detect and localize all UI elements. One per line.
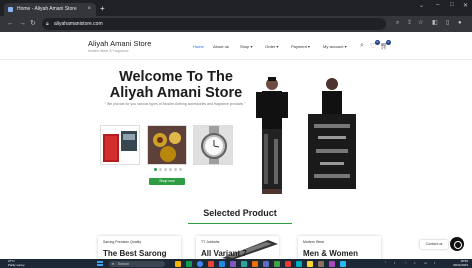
product-thumb-watch[interactable] [193, 125, 233, 165]
taskbar-app-icon[interactable] [329, 260, 335, 267]
weather-widget[interactable]: 27°C Partly sunny [8, 259, 25, 267]
brand-title: Aliyah Amani Store [88, 39, 152, 48]
product-card[interactable]: TT Jubbahs All Variant 7 [196, 236, 279, 260]
card-category: TT Jubbahs [201, 240, 220, 244]
wifi-icon[interactable]: ⌔ [404, 261, 407, 266]
weather-desc: Partly sunny [8, 262, 25, 267]
taskbar-app-icon[interactable] [307, 260, 313, 267]
taskbar-app-icon[interactable] [318, 260, 324, 267]
tray-app-icon[interactable]: ▪ [434, 261, 435, 266]
chat-icon[interactable] [450, 237, 464, 251]
lock-icon: 🔒︎ [46, 21, 49, 27]
card-title: Men & Women [303, 249, 358, 258]
forward-icon[interactable]: → [19, 19, 26, 28]
taskbar-app-icon[interactable] [252, 260, 258, 267]
close-window-icon[interactable]: ✕ [463, 2, 468, 9]
site-favicon-icon [8, 7, 13, 12]
address-bar[interactable]: 🔒︎ aliyahamanistore.com [42, 18, 386, 30]
selected-product-heading: Selected Product [203, 208, 277, 218]
contact-us-label[interactable]: Contact us [420, 240, 448, 249]
model-back-image [308, 78, 356, 189]
volume-icon[interactable]: ♪ [414, 261, 416, 266]
menu-item-about[interactable]: About us [213, 44, 229, 49]
taskbar-app-icon[interactable] [230, 260, 236, 267]
browser-tab-bar: Home - Aliyah Amani Store × + ⌄ – □ ✕ [0, 0, 472, 16]
menu-item-shop[interactable]: Shop ▾ [240, 44, 252, 49]
taskbar-app-icon[interactable] [274, 260, 280, 267]
back-icon[interactable]: ← [7, 19, 14, 28]
carousel-dot[interactable] [159, 168, 162, 171]
taskbar-search-label: Search [118, 261, 130, 266]
shop-now-button[interactable]: Shop now [149, 178, 185, 185]
browser-tab[interactable]: Home - Aliyah Amani Store × [4, 3, 96, 16]
taskbar-app-icon[interactable] [186, 260, 192, 267]
card-title: The Best Sarong [103, 249, 167, 258]
url-text: aliyahamanistore.com [54, 21, 103, 27]
carousel-dot[interactable] [164, 168, 167, 171]
product-card[interactable]: Sarung Premium Quality The Best Sarong [98, 236, 181, 260]
search-icon[interactable]: ⌕ [360, 42, 364, 50]
model-front-image [256, 77, 288, 194]
heading-underline [188, 223, 292, 224]
taskbar-app-icon[interactable] [340, 260, 346, 267]
menu-item-my-account[interactable]: My account ▾ [323, 44, 347, 49]
product-thumb-sarong[interactable] [100, 125, 140, 165]
carousel-dot[interactable] [179, 168, 182, 171]
tab-title: Home - Aliyah Amani Store [17, 6, 77, 12]
maximize-icon[interactable]: □ [450, 2, 454, 8]
reload-icon[interactable]: ↻ [30, 19, 36, 28]
tray-chevron-icon[interactable]: ⌃ [384, 261, 387, 266]
carousel-dot[interactable] [154, 168, 157, 171]
edge-icon[interactable] [219, 260, 225, 267]
carousel-dot[interactable] [174, 168, 177, 171]
bookmark-star-icon[interactable]: ☆ [418, 19, 423, 28]
battery-icon[interactable]: ▭ [424, 261, 427, 266]
windows-start-icon[interactable] [97, 260, 103, 267]
minimize-icon[interactable]: – [436, 2, 439, 8]
taskbar-clock[interactable]: 18:59 09/11/2023 [446, 259, 468, 267]
hero-title: Welcome To The Aliyah Amani Store [96, 69, 256, 101]
cart-count-badge: 0 [386, 40, 391, 45]
extensions-icon[interactable]: ◧ [432, 19, 438, 28]
card-category: Sarung Premium Quality [103, 240, 142, 244]
taskbar-app-icon[interactable] [296, 260, 302, 267]
menu-item-home[interactable]: Home [193, 44, 204, 49]
taskbar-app-icon[interactable] [241, 260, 247, 267]
product-card[interactable]: Modern Wear Men & Women [298, 236, 381, 260]
brand-subtitle: Muslim Wear & Fragrance [88, 49, 129, 53]
tray-app-icon[interactable]: ▪ [394, 261, 395, 266]
side-panel-icon[interactable]: ▯ [446, 19, 449, 28]
search-icon: ⌕ [112, 260, 115, 266]
site-logo[interactable]: Aliyah Amani Store Muslim Wear & Fragran… [88, 39, 151, 53]
taskbar-search[interactable]: ⌕ Search [109, 260, 165, 267]
hero-title-line1: Welcome To The [119, 69, 233, 85]
hero-subtitle: " We provide for you various types of Mu… [104, 102, 246, 106]
close-tab-icon[interactable]: × [87, 3, 91, 16]
fragrance-image [148, 126, 186, 164]
product-thumb-fragrance[interactable] [147, 125, 187, 165]
browser-toolbar: ← → ↻ 🔒︎ aliyahamanistore.com ⌕ ⇪ ☆ ◧ ▯ … [0, 16, 472, 32]
menu-item-order[interactable]: Order ▾ [265, 44, 278, 49]
sarong-image [103, 131, 137, 162]
file-explorer-icon[interactable] [175, 260, 181, 267]
new-tab-button[interactable]: + [100, 3, 105, 15]
watch-image [194, 126, 232, 164]
carousel-dot[interactable] [169, 168, 172, 171]
share-icon[interactable]: ⇪ [407, 19, 412, 28]
tab-search-icon[interactable]: ⌄ [419, 2, 424, 9]
taskbar-app-icon[interactable] [285, 260, 291, 267]
os-taskbar: 27°C Partly sunny ⌕ Search ⌃ ▪ ⌔ ♪ ▭ ▪ 1… [0, 259, 472, 268]
profile-icon[interactable]: ● [458, 19, 462, 28]
clock-date: 09/11/2023 [453, 262, 468, 267]
taskbar-app-icon[interactable] [263, 260, 269, 267]
hero-title-line2: Aliyah Amani Store [109, 85, 243, 101]
search-page-icon[interactable]: ⌕ [396, 19, 399, 28]
taskbar-app-icon[interactable] [208, 260, 214, 267]
card-title: All Variant 7 [201, 249, 247, 258]
menu-item-payment[interactable]: Payment ▾ [291, 44, 310, 49]
card-category: Modern Wear [303, 240, 325, 244]
site-header: Aliyah Amani Store Muslim Wear & Fragran… [0, 32, 472, 60]
chrome-icon[interactable] [197, 260, 203, 267]
